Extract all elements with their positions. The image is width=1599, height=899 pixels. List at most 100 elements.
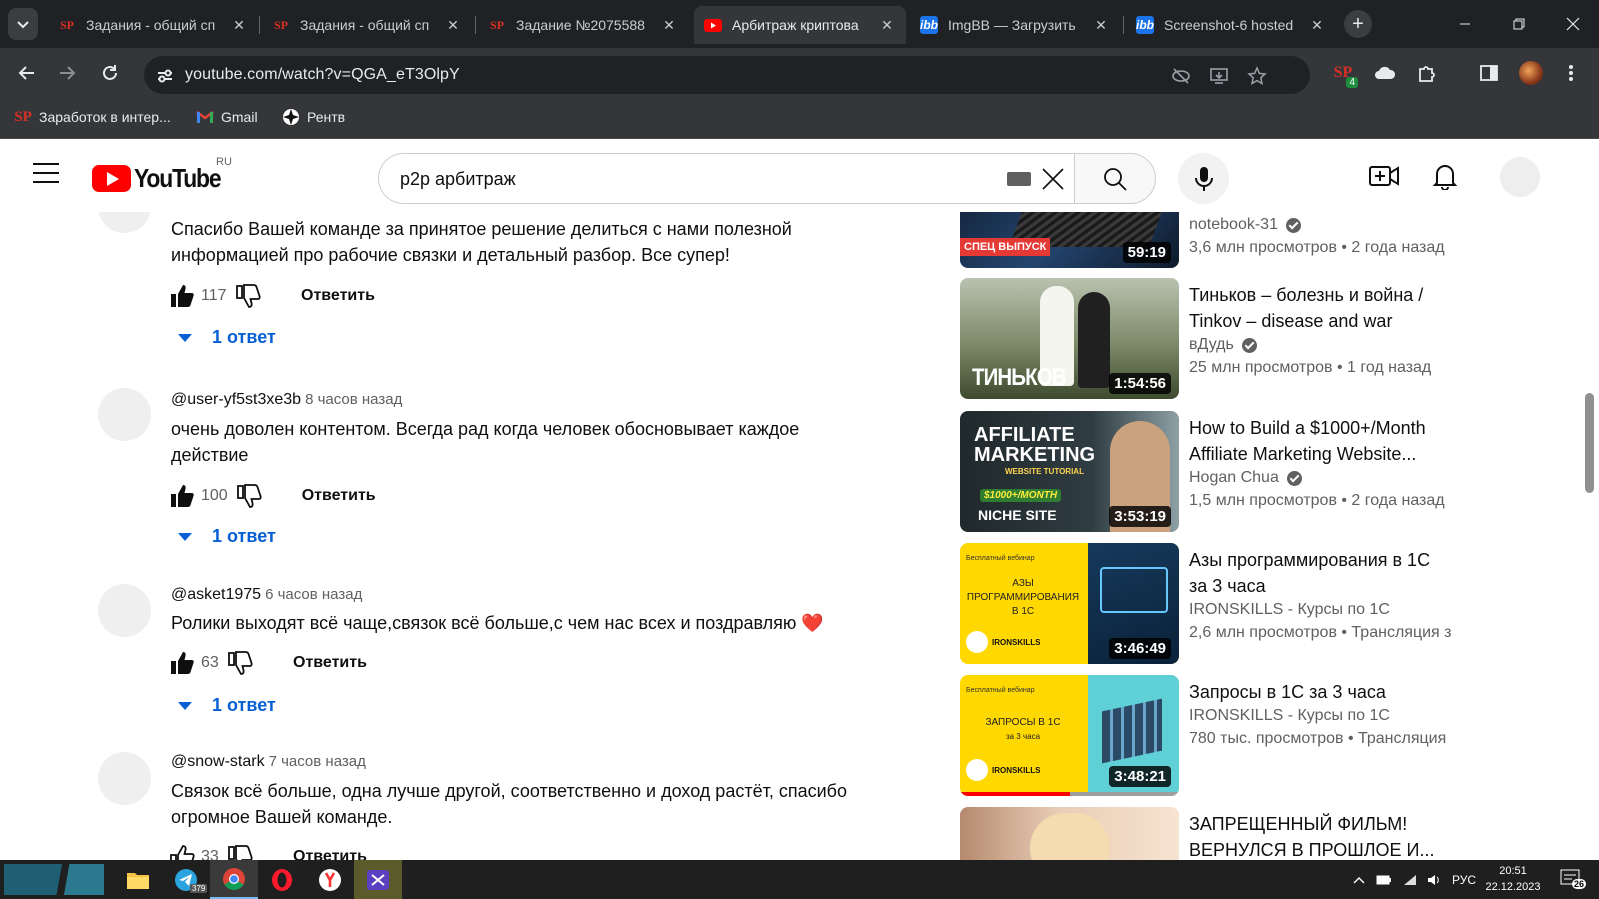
channel-name[interactable]: Hogan Chua: [1189, 469, 1302, 487]
comment-author[interactable]: @snow-stark: [171, 753, 265, 770]
close-icon[interactable]: ✕: [1308, 17, 1326, 34]
thumbs-up-icon[interactable]: [169, 650, 195, 676]
avatar[interactable]: [98, 212, 151, 233]
tab-3[interactable]: SP Задание №2075588 ✕: [478, 6, 688, 44]
reply-button[interactable]: Ответить: [293, 654, 367, 672]
thumbs-down-icon[interactable]: [227, 844, 253, 860]
star-icon[interactable]: [1246, 65, 1268, 87]
minimize-button[interactable]: [1438, 0, 1492, 48]
new-tab-button[interactable]: +: [1344, 10, 1372, 38]
tab-1[interactable]: SP Задания - общий сп ✕: [48, 6, 258, 44]
telegram-icon[interactable]: 379: [162, 860, 210, 899]
reply-button[interactable]: Ответить: [302, 487, 376, 505]
video-title[interactable]: Тиньков – болезнь и война / Tinkov – dis…: [1189, 282, 1451, 334]
tab-2[interactable]: SP Задания - общий сп ✕: [262, 6, 472, 44]
reload-button[interactable]: [93, 56, 127, 90]
reply-button[interactable]: Ответить: [301, 287, 375, 305]
related-video[interactable]: Бесплатный вебинар ЗАПРОСЫ В 1С за 3 час…: [955, 675, 1555, 796]
show-replies-button[interactable]: 1 ответ: [178, 327, 276, 348]
comment-author[interactable]: @user-yf5st3xe3b: [171, 391, 301, 408]
avatar[interactable]: [98, 752, 151, 805]
bookmark-gmail[interactable]: Gmail: [196, 108, 258, 126]
bookmark-rentv[interactable]: Рентв: [282, 108, 345, 126]
close-window-button[interactable]: [1546, 0, 1599, 48]
chrome-icon[interactable]: [210, 860, 258, 899]
sp-extension-icon[interactable]: SP 4: [1330, 60, 1358, 88]
video-thumbnail[interactable]: Бесплатный вебинар АЗЫ ПРОГРАММИРОВАНИЯ …: [960, 543, 1179, 664]
back-button[interactable]: [10, 56, 44, 90]
channel-name[interactable]: notebook-31: [1189, 216, 1301, 234]
file-explorer-icon[interactable]: [114, 860, 162, 899]
tab-6[interactable]: ibb Screenshot-6 hosted ✕: [1126, 6, 1336, 44]
channel-name[interactable]: вДудь: [1189, 336, 1257, 354]
search-input[interactable]: p2p арбитраж: [378, 153, 1075, 204]
video-title[interactable]: Запросы в 1С за 3 часа: [1189, 679, 1451, 705]
related-video[interactable]: СПЕЦ ВЫПУСК 59:19 notebook-31 3,6 млн пр…: [955, 212, 1555, 268]
related-video[interactable]: ТИНЬКОВ 1:54:56 Тиньков – болезнь и войн…: [955, 278, 1555, 399]
search-button[interactable]: [1074, 153, 1156, 204]
battery-icon[interactable]: [1376, 874, 1392, 886]
volume-icon[interactable]: [1426, 873, 1442, 887]
address-bar[interactable]: youtube.com/watch?v=QGA_eT3OlpY: [144, 56, 1310, 94]
comment-time[interactable]: 6 часов назад: [265, 586, 362, 603]
site-settings-icon[interactable]: [154, 65, 176, 87]
reply-button[interactable]: Ответить: [293, 848, 367, 860]
create-video-button[interactable]: [1367, 159, 1401, 193]
channel-name[interactable]: IRONSKILLS - Курсы по 1С: [1189, 601, 1390, 619]
related-video[interactable]: ЗАПРЕЩЕННЫЙ ФИЛЬМ! ВЕРНУЛСЯ В ПРОШЛОЕ И.…: [955, 807, 1555, 860]
close-icon[interactable]: ✕: [230, 17, 248, 34]
comment-time[interactable]: 8 часов назад: [305, 391, 402, 408]
language-indicator[interactable]: РУС: [1452, 873, 1476, 887]
avatar[interactable]: [98, 584, 151, 637]
video-title[interactable]: ЗАПРЕЩЕННЫЙ ФИЛЬМ! ВЕРНУЛСЯ В ПРОШЛОЕ И.…: [1189, 811, 1451, 860]
install-app-icon[interactable]: [1208, 65, 1230, 87]
video-title[interactable]: How to Build a $1000+/Month Affiliate Ma…: [1189, 415, 1451, 467]
thumbs-up-icon[interactable]: [169, 844, 195, 860]
tab-search-button[interactable]: [8, 8, 38, 40]
channel-name[interactable]: IRONSKILLS - Курсы по 1С: [1189, 707, 1390, 725]
app-icon[interactable]: [354, 860, 402, 899]
menu-icon[interactable]: [33, 163, 59, 183]
clock[interactable]: 20:51 22.12.2023: [1478, 863, 1548, 895]
voice-search-button[interactable]: [1178, 153, 1229, 204]
bookmark-zarabotok[interactable]: SP Заработок в интер...: [14, 108, 171, 126]
opera-icon[interactable]: [258, 860, 306, 899]
close-icon[interactable]: ✕: [660, 17, 678, 34]
thumbs-up-icon[interactable]: [169, 283, 195, 309]
close-icon[interactable]: ✕: [444, 17, 462, 34]
thumbs-down-icon[interactable]: [227, 650, 253, 676]
chevron-up-icon[interactable]: [1352, 875, 1366, 885]
start-area[interactable]: [4, 864, 104, 895]
related-video[interactable]: AFFILIATE MARKETING WEBSITE TUTORIAL $10…: [955, 411, 1555, 532]
restore-button[interactable]: [1492, 0, 1546, 48]
account-avatar[interactable]: [1500, 157, 1540, 197]
video-title[interactable]: Азы программирования в 1С за 3 часа: [1189, 547, 1451, 599]
close-icon[interactable]: ✕: [878, 17, 896, 34]
avatar[interactable]: [98, 388, 151, 441]
show-replies-button[interactable]: 1 ответ: [178, 526, 276, 547]
video-thumbnail[interactable]: [960, 807, 1179, 860]
show-replies-button[interactable]: 1 ответ: [178, 695, 276, 716]
thumbs-down-icon[interactable]: [236, 483, 262, 509]
page-scrollbar[interactable]: [1585, 393, 1594, 493]
youtube-logo[interactable]: YouTube: [92, 163, 232, 194]
video-thumbnail[interactable]: СПЕЦ ВЫПУСК 59:19: [960, 212, 1179, 268]
extensions-puzzle-icon[interactable]: [1414, 60, 1440, 86]
yandex-browser-icon[interactable]: [306, 860, 354, 899]
wifi-icon[interactable]: [1402, 873, 1418, 887]
related-video[interactable]: Бесплатный вебинар АЗЫ ПРОГРАММИРОВАНИЯ …: [955, 543, 1555, 664]
forward-button[interactable]: [50, 56, 84, 90]
video-thumbnail[interactable]: AFFILIATE MARKETING WEBSITE TUTORIAL $10…: [960, 411, 1179, 532]
video-thumbnail[interactable]: Бесплатный вебинар ЗАПРОСЫ В 1С за 3 час…: [960, 675, 1179, 796]
tab-4-active[interactable]: Арбитраж криптова ✕: [694, 6, 906, 44]
notifications-button[interactable]: [1428, 159, 1462, 193]
comment-time[interactable]: 7 часов назад: [269, 753, 366, 770]
profile-avatar[interactable]: [1518, 60, 1544, 86]
cloud-extension-icon[interactable]: [1372, 60, 1398, 86]
thumbs-up-icon[interactable]: [169, 483, 195, 509]
tab-5[interactable]: ibb ImgBB — Загрузить ✕: [910, 6, 1120, 44]
more-menu-icon[interactable]: [1558, 60, 1584, 86]
video-thumbnail[interactable]: ТИНЬКОВ 1:54:56: [960, 278, 1179, 399]
notification-center[interactable]: 26: [1560, 869, 1587, 891]
side-panel-icon[interactable]: [1476, 60, 1502, 86]
